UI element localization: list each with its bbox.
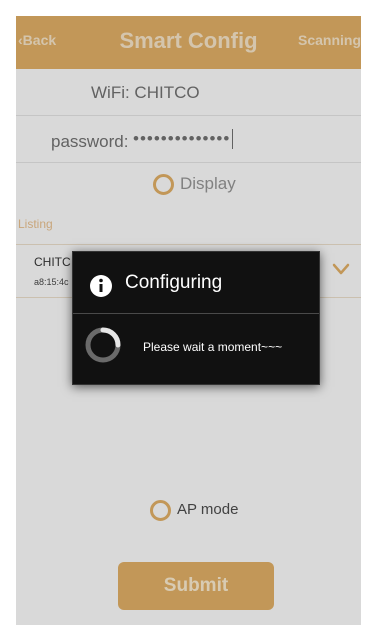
configuring-dialog: Configuring Please wait a moment~~~ [72,251,320,385]
dialog-divider [73,313,319,314]
dialog-title: Configuring [125,272,223,293]
spinner-icon [85,327,121,363]
dialog-message: Please wait a moment~~~ [143,340,283,354]
app-screen: ‹Back Smart Config Scanning WiFi: CHITCO… [16,16,361,625]
info-icon [90,275,112,297]
